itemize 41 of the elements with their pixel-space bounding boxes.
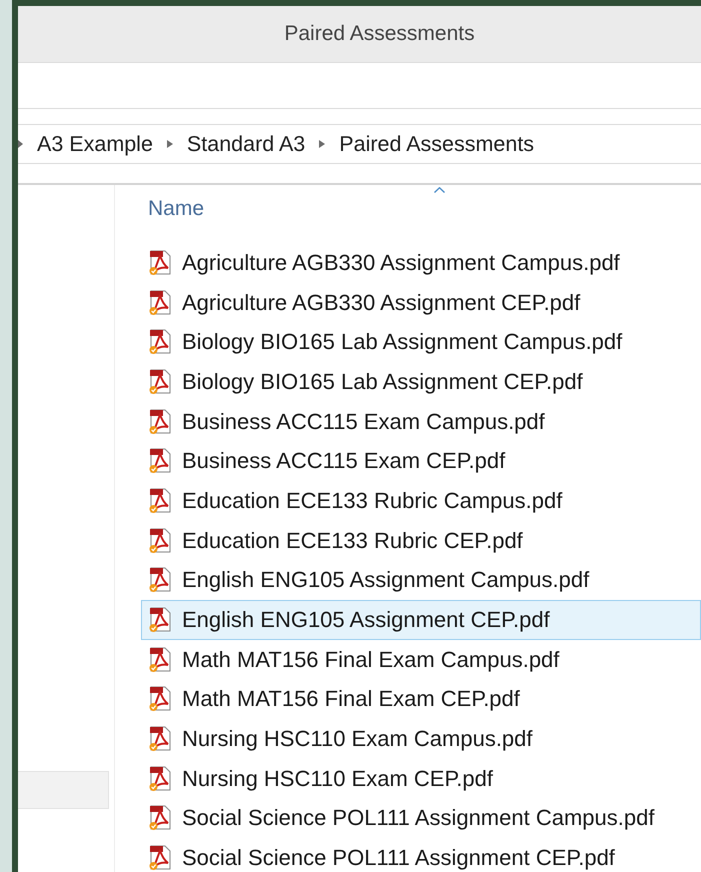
file-item[interactable]: Business ACC115 Exam CEP.pdf xyxy=(141,441,701,482)
file-item[interactable]: Education ECE133 Rubric Campus.pdf xyxy=(141,481,701,521)
file-item[interactable]: Math MAT156 Final Exam Campus.pdf xyxy=(141,640,701,680)
nav-pane-item[interactable] xyxy=(18,771,109,809)
pdf-file-icon xyxy=(148,408,172,435)
window-title: Paired Assessments xyxy=(284,22,475,46)
file-item[interactable]: Agriculture AGB330 Assignment Campus.pdf xyxy=(141,243,701,283)
pdf-file-icon xyxy=(148,646,172,673)
column-header[interactable]: Name xyxy=(141,185,424,233)
address-bar[interactable]: A3 Example Standard A3 Paired Assessments xyxy=(18,125,701,164)
pdf-file-icon xyxy=(148,528,172,554)
file-item[interactable]: Nursing HSC110 Exam Campus.pdf xyxy=(141,719,701,759)
pdf-file-icon xyxy=(148,567,172,594)
pdf-file-icon xyxy=(148,726,172,752)
pdf-file-icon xyxy=(148,488,172,514)
chevron-icon xyxy=(166,139,173,149)
breadcrumb-item[interactable]: Paired Assessments xyxy=(339,132,534,156)
pdf-file-icon xyxy=(148,607,172,634)
pdf-file-icon xyxy=(148,329,172,356)
pdf-file-icon xyxy=(148,686,172,712)
file-item[interactable]: English ENG105 Assignment Campus.pdf xyxy=(141,560,701,600)
pdf-file-icon xyxy=(148,805,172,832)
file-item[interactable]: Biology BIO165 Lab Assignment CEP.pdf xyxy=(141,362,701,402)
file-item[interactable]: Business ACC115 Exam Campus.pdf xyxy=(141,402,701,442)
chevron-icon xyxy=(319,139,326,149)
pdf-file-icon xyxy=(148,766,172,792)
chevron-icon xyxy=(18,139,23,149)
file-item[interactable]: Nursing HSC110 Exam CEP.pdf xyxy=(141,758,701,799)
breadcrumb-item[interactable]: Standard A3 xyxy=(186,132,306,156)
pdf-file-icon xyxy=(148,368,172,395)
breadcrumb-item[interactable]: A3 Example xyxy=(37,132,153,156)
file-item[interactable]: English ENG105 Assignment CEP.pdf xyxy=(141,600,701,640)
pdf-file-icon xyxy=(148,290,172,316)
file-item[interactable]: Agriculture AGB330 Assignment CEP.pdf xyxy=(141,282,701,322)
pdf-file-icon xyxy=(148,250,172,276)
file-item[interactable]: Social Science POL111 Assignment Campus.pdf xyxy=(141,798,701,838)
file-item[interactable]: Education ECE133 Rubric CEP.pdf xyxy=(141,520,701,560)
file-item[interactable]: Math MAT156 Final Exam CEP.pdf xyxy=(141,680,701,720)
file-item[interactable]: Social Science POL111 Assignment CEP.pdf xyxy=(141,838,701,872)
pdf-file-icon xyxy=(148,448,172,474)
file-item[interactable]: Biology BIO165 Lab Assignment Campus.pdf xyxy=(141,322,701,362)
